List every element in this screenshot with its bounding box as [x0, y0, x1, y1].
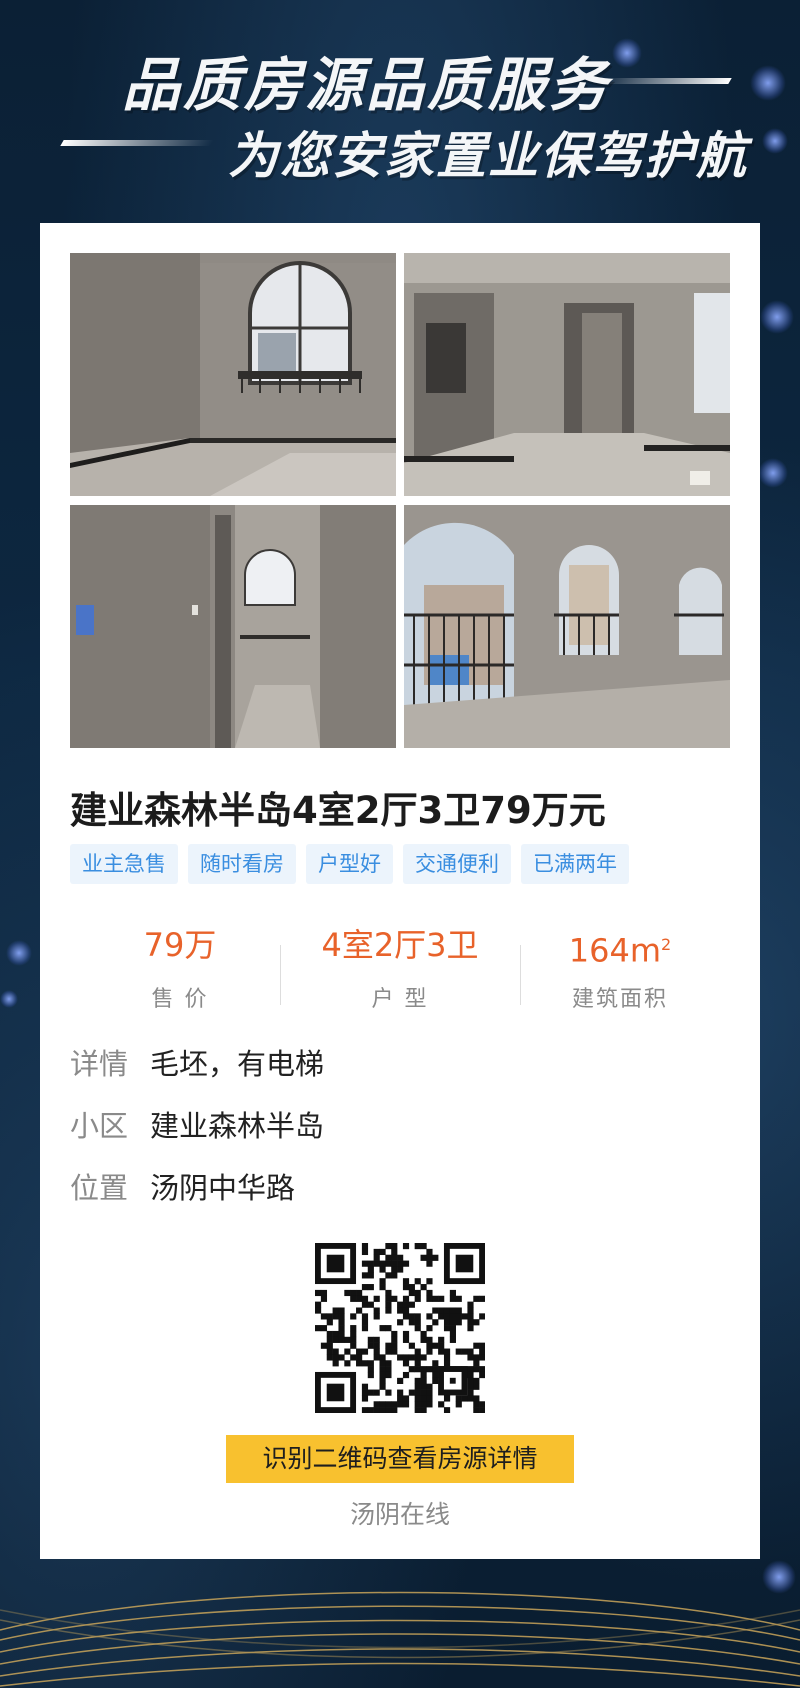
detail-value: 建业森林半岛: [150, 1109, 325, 1143]
detail-row: 详情 毛坯，有电梯: [70, 1041, 324, 1083]
detail-key: 小区: [70, 1109, 129, 1143]
brand-name: 汤阴在线: [349, 1500, 450, 1529]
bokeh-light: [6, 940, 32, 966]
tag-list: 业主急售 随时看房 户型好 交通便利 已满两年: [70, 844, 629, 884]
detail-key: 位置: [70, 1171, 129, 1205]
stat-area-unit-sup: 2: [661, 935, 672, 954]
stat-price-label: 售 价: [151, 987, 209, 1012]
bokeh-light: [0, 990, 18, 1008]
gold-waves: [0, 1591, 800, 1687]
stat-price-value: 79万: [143, 926, 217, 964]
scan-qr-button[interactable]: 识别二维码查看房源详情: [226, 1435, 574, 1483]
bokeh-light: [760, 300, 794, 334]
photo-grid: [70, 253, 730, 748]
listing-title: 建业森林半岛4室2厅3卫79万元: [70, 789, 606, 832]
stat-divider: [520, 945, 521, 1005]
banner-headline: 品质房源品质服务: [122, 51, 611, 119]
tag: 已满两年: [521, 844, 629, 884]
tag: 交通便利: [403, 844, 511, 884]
banner-stroke: [598, 78, 732, 84]
stat-layout-value: 4室2厅3卫: [321, 926, 479, 964]
stat-area-value-wrap: 164m2: [510, 923, 730, 970]
stats-row: 79万 售 价 4室2厅3卫 户 型 164m2 建筑面积: [70, 923, 730, 1023]
stat-divider: [280, 945, 281, 1005]
tag: 随时看房: [188, 844, 296, 884]
listing-card: 建业森林半岛4室2厅3卫79万元 业主急售 随时看房 户型好 交通便利 已满两年…: [40, 223, 760, 1559]
detail-key: 详情: [70, 1047, 129, 1081]
detail-value: 毛坯，有电梯: [150, 1047, 325, 1081]
banner-subline: 为您安家置业保驾护航: [228, 127, 748, 185]
stat-layout-label: 户 型: [371, 987, 429, 1012]
listing-photo[interactable]: [404, 253, 730, 496]
tag: 户型好: [306, 844, 393, 884]
listing-photo[interactable]: [404, 505, 730, 748]
qr-code-icon[interactable]: [315, 1243, 486, 1414]
stat-area: 164m2 建筑面积: [510, 923, 730, 1013]
stat-area-value: 164m: [568, 931, 662, 970]
detail-row: 小区 建业森林半岛: [70, 1103, 324, 1145]
listing-photo[interactable]: [70, 253, 396, 496]
banner: 品质房源品质服务 为您安家置业保驾护航: [0, 0, 800, 222]
stat-layout: 4室2厅3卫 户 型: [290, 923, 510, 1013]
stat-price: 79万 售 价: [70, 923, 290, 1013]
tag: 业主急售: [70, 844, 178, 884]
detail-value: 汤阴中华路: [150, 1171, 296, 1205]
stat-area-label: 建筑面积: [571, 987, 668, 1012]
bokeh-light: [758, 458, 788, 488]
listing-photo[interactable]: [70, 505, 396, 748]
banner-stroke: [60, 140, 214, 146]
detail-row: 位置 汤阴中华路: [70, 1165, 295, 1207]
